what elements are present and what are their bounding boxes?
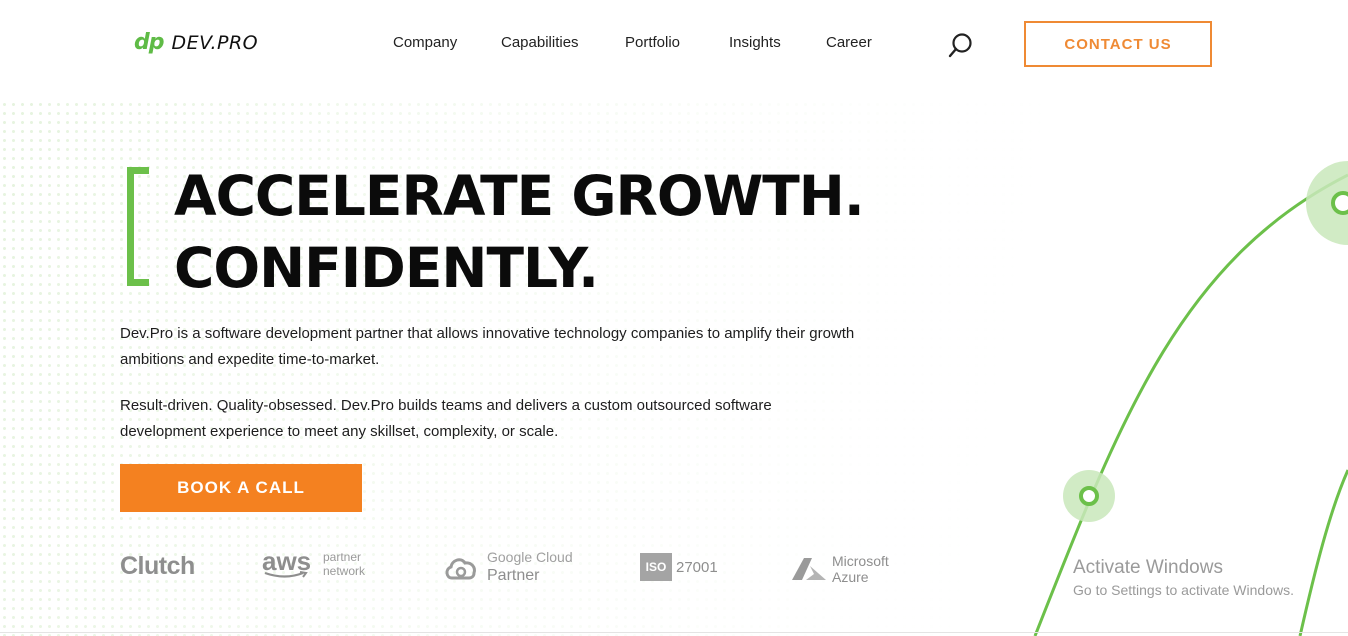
logo-text: DEV.PRO [171,31,259,54]
headline-bracket [127,167,149,286]
iso-badge: ISO [640,553,672,581]
contact-us-button[interactable]: CONTACT US [1024,21,1212,67]
aws-sub-line-1: partner [323,550,362,564]
azure-line-1: Microsoft [832,553,889,569]
search-icon[interactable] [947,31,975,59]
logo-mark: dp [134,30,164,55]
nav-company[interactable]: Company [393,34,457,51]
google-cloud-icon [445,558,476,580]
partner-logos: Clutch aws partner network Google Cloud … [0,540,1000,600]
nav-portfolio[interactable]: Portfolio [625,34,680,51]
azure-line-2: Azure [832,569,869,585]
watermark-subtitle: Go to Settings to activate Windows. [1073,582,1294,598]
iso-number: 27001 [676,559,718,576]
aws-smile-icon [264,571,308,578]
aws-partner-network-text: partner network [323,550,365,578]
nav-career[interactable]: Career [826,34,872,51]
google-cloud-text: Google Cloud [487,549,573,565]
hero-paragraph-1: Dev.Pro is a software development partne… [120,325,855,368]
site-header: dp DEV.PRO Company Capabilities Portfoli… [0,0,1348,86]
dev-pro-logo[interactable]: dp DEV.PRO [134,30,258,55]
watermark-title: Activate Windows [1073,557,1223,578]
hero-paragraph-2: Result-driven. Quality-obsessed. Dev.Pro… [120,397,772,440]
azure-icon [792,558,826,580]
headline-line-1: ACCELERATE GROWTH. [174,164,865,228]
aws-sub-line-2: network [323,564,366,578]
nav-insights[interactable]: Insights [729,34,781,51]
book-a-call-button[interactable]: BOOK A CALL [120,464,362,512]
azure-text: Microsoft Azure [832,553,889,585]
bottom-divider [0,632,1348,633]
nav-capabilities[interactable]: Capabilities [501,34,579,51]
headline-line-2: CONFIDENTLY. [174,236,599,300]
hero-headline: ACCELERATE GROWTH. CONFIDENTLY. [174,160,865,304]
google-partner-text: Partner [487,567,540,584]
clutch-logo: Clutch [120,552,195,580]
activate-windows-watermark: Activate Windows Go to Settings to activ… [1073,557,1294,598]
